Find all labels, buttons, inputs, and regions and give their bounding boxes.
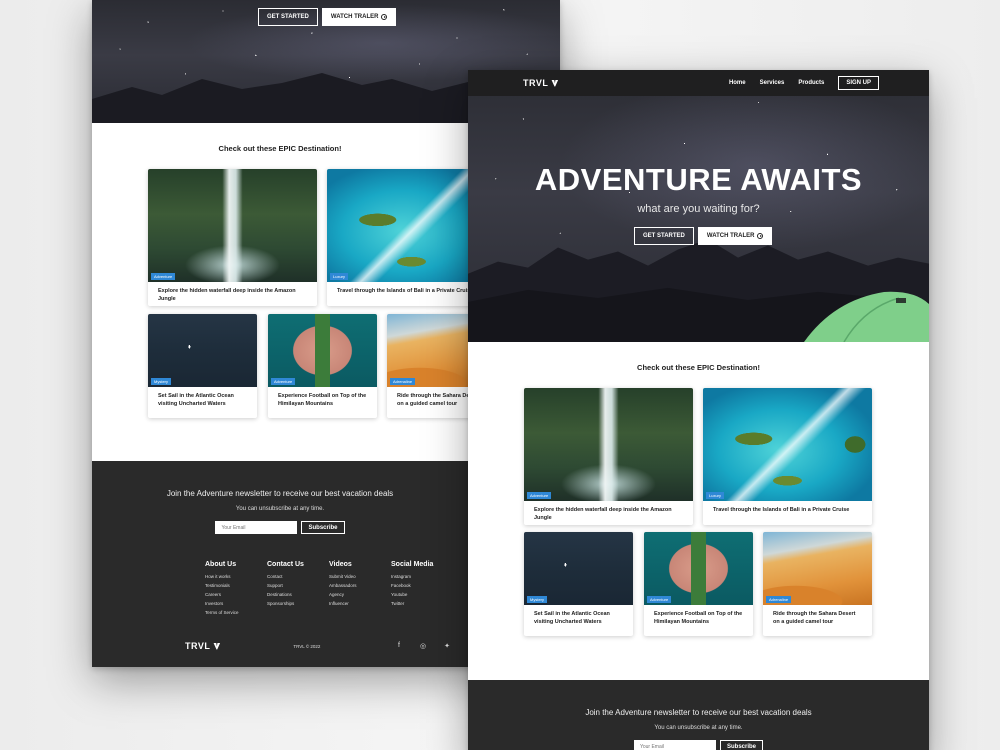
card-tag: Luxury bbox=[706, 492, 725, 499]
card-tag: Luxury bbox=[330, 273, 349, 280]
logo-mark-icon bbox=[213, 642, 221, 650]
card-tag: Mystery bbox=[151, 378, 171, 385]
email-input[interactable] bbox=[215, 521, 298, 534]
watch-trailer-label: WATCH TRALER bbox=[330, 14, 379, 20]
footer-link[interactable]: Ambassadors bbox=[329, 583, 391, 588]
newsletter-subtitle: You can unsubscribe at any time. bbox=[654, 725, 743, 731]
footer-link[interactable]: Facebook bbox=[391, 583, 453, 588]
card-tag: Adrenaline bbox=[390, 378, 416, 385]
footer-link[interactable]: Twitter bbox=[391, 601, 453, 606]
footer-column-social: Social Media Instagram Facebook Youtube … bbox=[391, 561, 453, 619]
top-navbar: TRVL Home Services Products SIGN UP bbox=[468, 70, 929, 96]
footer-column-title: Social Media bbox=[391, 561, 434, 568]
play-circle-icon bbox=[757, 233, 764, 239]
email-input[interactable] bbox=[633, 740, 716, 750]
watch-trailer-button[interactable]: WATCH TRALER bbox=[321, 8, 397, 26]
ocean-image: Mystery bbox=[524, 532, 633, 605]
nav-link-services[interactable]: Services bbox=[760, 80, 785, 86]
subscribe-button[interactable]: Subscribe bbox=[301, 521, 345, 534]
logo-mark-icon bbox=[551, 79, 559, 87]
destinations-title: Check out these EPIC Destination! bbox=[637, 363, 760, 372]
facebook-icon[interactable]: f bbox=[395, 642, 403, 650]
footer-logo[interactable]: TRVL bbox=[185, 641, 221, 651]
get-started-button[interactable]: GET STARTED bbox=[258, 8, 318, 26]
watch-trailer-button[interactable]: WATCH TRALER bbox=[697, 227, 773, 245]
waterfall-image: Adventure bbox=[148, 169, 317, 282]
play-circle-icon bbox=[381, 14, 388, 20]
nav-link-home[interactable]: Home bbox=[729, 80, 746, 86]
card-tag: Adventure bbox=[271, 378, 296, 385]
footer-link[interactable]: Sponsorships bbox=[267, 601, 329, 606]
card-description: Explore the hidden waterfall deep inside… bbox=[158, 288, 296, 302]
get-started-button[interactable]: GET STARTED bbox=[634, 227, 694, 245]
card-description: Ride through the Sahara Desert on a guid… bbox=[773, 611, 856, 625]
card-tag: Adventure bbox=[647, 596, 672, 603]
footer-link[interactable]: How it works bbox=[205, 574, 267, 579]
footer-column-about: About Us How it works Testimonials Caree… bbox=[205, 561, 267, 619]
footer-link[interactable]: Careers bbox=[205, 592, 267, 597]
destination-card[interactable]: Adrenaline Ride through the Sahara Deser… bbox=[763, 532, 872, 636]
destination-card[interactable]: Adventure Experience Football on Top of … bbox=[268, 314, 377, 418]
desert-image: Adrenaline bbox=[763, 532, 872, 605]
footer-column-title: Videos bbox=[329, 561, 352, 568]
nav-link-products[interactable]: Products bbox=[798, 80, 824, 86]
destination-card[interactable]: Adventure Explore the hidden waterfall d… bbox=[524, 388, 693, 525]
football-island-image: Adventure bbox=[268, 314, 377, 387]
card-tag: Mystery bbox=[527, 596, 547, 603]
brand-text: TRVL bbox=[523, 78, 549, 88]
destination-card[interactable]: Adventure Experience Football on Top of … bbox=[644, 532, 753, 636]
footer-section: Join the Adventure newsletter to receive… bbox=[468, 680, 929, 750]
destination-card[interactable]: Mystery Set Sail in the Atlantic Ocean v… bbox=[148, 314, 257, 418]
footer-link[interactable]: Submit Video bbox=[329, 574, 391, 579]
twitter-icon[interactable]: ✦ bbox=[443, 642, 451, 650]
card-description: Travel through the Islands of Bali in a … bbox=[713, 507, 850, 513]
football-island-image: Adventure bbox=[644, 532, 753, 605]
card-description: Experience Football on Top of the Himila… bbox=[654, 611, 743, 625]
footer-link[interactable]: Influencer bbox=[329, 601, 391, 606]
brand-logo[interactable]: TRVL bbox=[523, 78, 559, 88]
brand-text: TRVL bbox=[185, 641, 211, 651]
waterfall-image: Adventure bbox=[524, 388, 693, 501]
newsletter-title: Join the Adventure newsletter to receive… bbox=[585, 708, 812, 717]
footer-link[interactable]: Destinations bbox=[267, 592, 329, 597]
footer-link[interactable]: Contact bbox=[267, 574, 329, 579]
footer-link[interactable]: Testimonials bbox=[205, 583, 267, 588]
footer-link[interactable]: Support bbox=[267, 583, 329, 588]
card-description: Set Sail in the Atlantic Ocean visiting … bbox=[158, 393, 234, 407]
card-tag: Adventure bbox=[151, 273, 176, 280]
footer-column-title: Contact Us bbox=[267, 561, 304, 568]
subscribe-button[interactable]: Subscribe bbox=[719, 740, 763, 750]
ocean-image: Mystery bbox=[148, 314, 257, 387]
card-description: Set Sail in the Atlantic Ocean visiting … bbox=[534, 611, 610, 625]
newsletter-subtitle: You can unsubscribe at any time. bbox=[235, 506, 325, 512]
destinations-title: Check out these EPIC Destination! bbox=[218, 144, 342, 153]
island-image: Luxury bbox=[703, 388, 872, 501]
footer-link[interactable]: Investors bbox=[205, 601, 267, 606]
card-tag: Adrenaline bbox=[766, 596, 792, 603]
footer-link[interactable]: Terms of Service bbox=[205, 610, 267, 615]
signup-button[interactable]: SIGN UP bbox=[838, 76, 879, 90]
card-description: Explore the hidden waterfall deep inside… bbox=[534, 507, 672, 521]
destination-card[interactable]: Luxury Travel through the Islands of Bal… bbox=[703, 388, 872, 525]
footer-link[interactable]: Youtube bbox=[391, 592, 453, 597]
footer-link[interactable]: Agency bbox=[329, 592, 391, 597]
instagram-icon[interactable]: ◎ bbox=[419, 642, 427, 650]
card-description: Experience Football on Top of the Himila… bbox=[278, 393, 367, 407]
footer-column-videos: Videos Submit Video Ambassadors Agency I… bbox=[329, 561, 391, 619]
card-tag: Adventure bbox=[527, 492, 552, 499]
hero-section: TRVL Home Services Products SIGN UP ADVE… bbox=[468, 70, 929, 342]
hero-subtitle: what are you waiting for? bbox=[637, 203, 760, 215]
footer-link[interactable]: Instagram bbox=[391, 574, 453, 579]
destination-card[interactable]: Mystery Set Sail in the Atlantic Ocean v… bbox=[524, 532, 633, 636]
footer-column-title: About Us bbox=[205, 561, 237, 568]
front-page-mockup: TRVL Home Services Products SIGN UP ADVE… bbox=[468, 70, 929, 750]
newsletter-title: Join the Adventure newsletter to receive… bbox=[166, 489, 394, 498]
watch-trailer-label: WATCH TRALER bbox=[706, 233, 755, 239]
footer-column-contact: Contact Us Contact Support Destinations … bbox=[267, 561, 329, 619]
destination-card[interactable]: Adventure Explore the hidden waterfall d… bbox=[148, 169, 317, 306]
tent-image bbox=[804, 291, 929, 342]
hero-title: ADVENTURE AWAITS bbox=[534, 162, 863, 197]
copyright: TRVL © 2022 bbox=[293, 643, 321, 649]
